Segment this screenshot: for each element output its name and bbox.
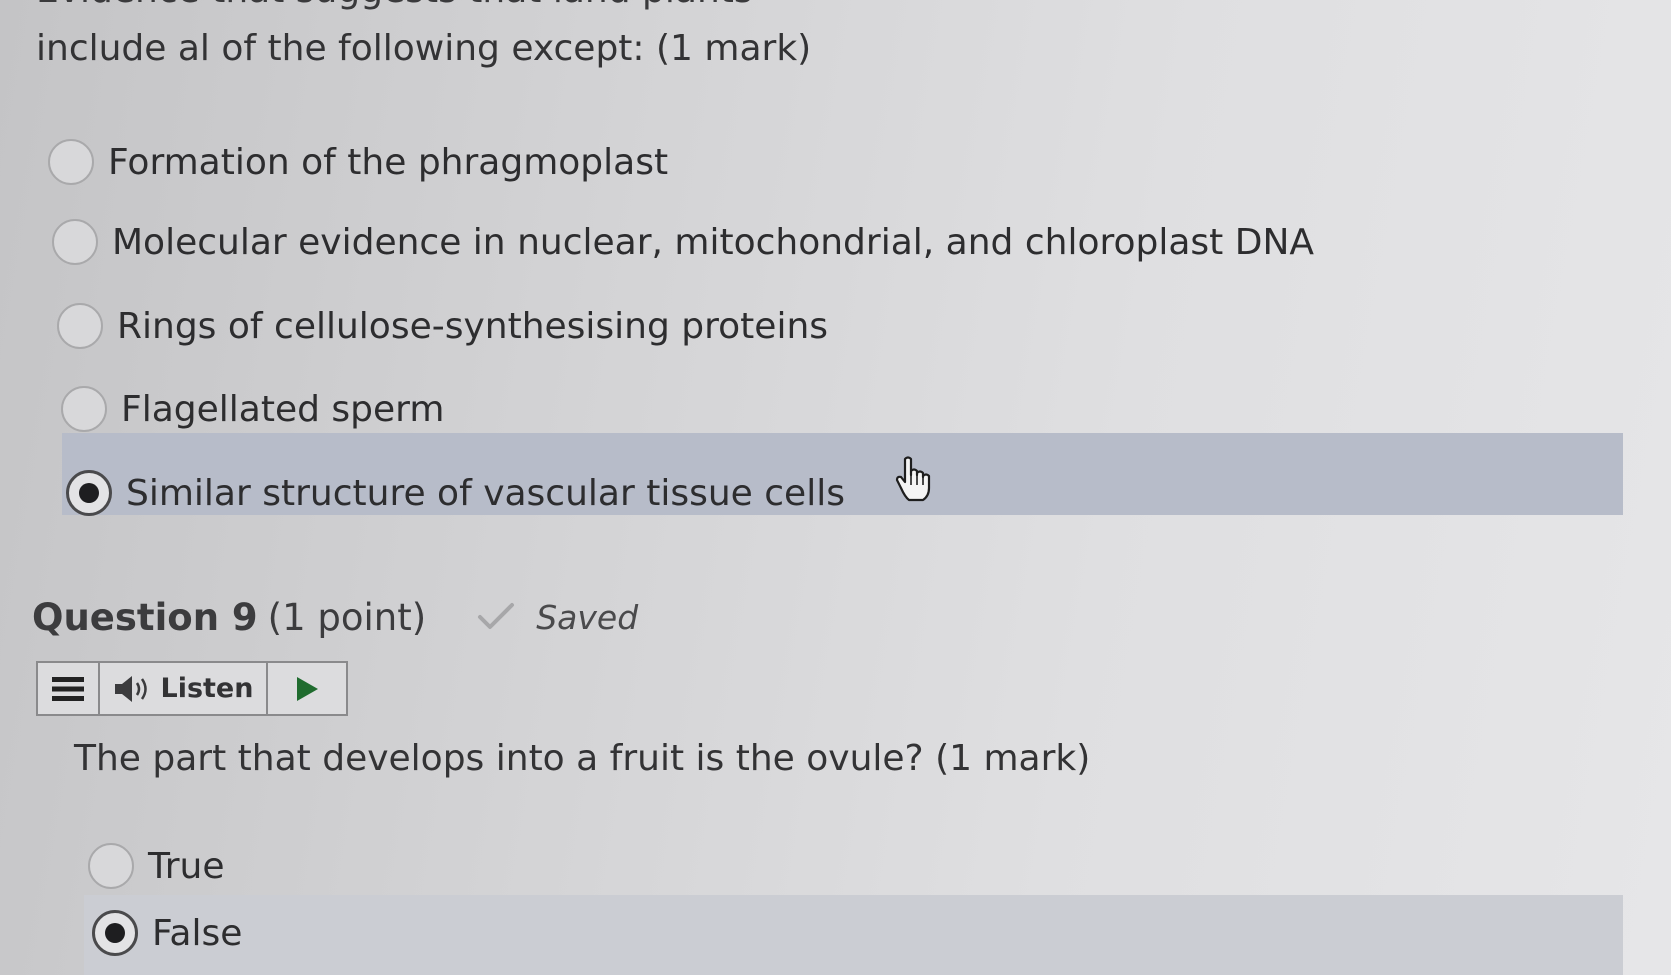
readspeaker-toolbar: Listen [36, 661, 348, 716]
listen-label: Listen [160, 673, 254, 704]
saved-status: Saved [536, 597, 639, 637]
radio-button[interactable] [57, 303, 103, 349]
option-label: Similar structure of vascular tissue cel… [126, 472, 845, 514]
menu-button[interactable] [38, 663, 100, 714]
radio-button[interactable] [61, 386, 107, 432]
option-label: False [152, 912, 243, 954]
option-label: Flagellated sperm [121, 388, 445, 430]
option-label: Rings of cellulose-synthesising proteins [117, 305, 829, 347]
checkmark-icon [478, 603, 515, 629]
question-title: Question 9 [32, 595, 258, 639]
play-button[interactable] [268, 663, 346, 714]
question-8-prompt-partial: Evidence that suggests that land plants [36, 0, 753, 11]
listen-button[interactable]: Listen [100, 663, 268, 714]
speaker-icon [114, 675, 147, 702]
option-label: True [148, 845, 225, 887]
selected-option-highlight [84, 895, 1623, 975]
radio-button[interactable] [52, 219, 98, 265]
option-label: Formation of the phragmoplast [108, 141, 669, 183]
question-8-prompt: include al of the following except: (1 m… [36, 28, 812, 69]
radio-button-selected[interactable] [92, 910, 138, 956]
play-icon [297, 676, 318, 701]
q8-option-1[interactable]: Formation of the phragmoplast [48, 124, 668, 200]
q8-option-2[interactable]: Molecular evidence in nuclear, mitochond… [52, 204, 1314, 280]
question-points: (1 point) [267, 595, 427, 639]
radio-button-selected[interactable] [66, 470, 112, 516]
option-label: Molecular evidence in nuclear, mitochond… [112, 221, 1315, 263]
question-9-prompt: The part that develops into a fruit is t… [74, 738, 1091, 779]
q9-option-false[interactable]: False [92, 895, 242, 971]
q8-option-3[interactable]: Rings of cellulose-synthesising proteins [57, 288, 828, 364]
q8-option-5[interactable]: Similar structure of vascular tissue cel… [66, 455, 845, 531]
radio-button[interactable] [48, 139, 94, 185]
hand-cursor-icon [895, 456, 931, 502]
q9-option-true[interactable]: True [88, 828, 224, 904]
menu-icon [52, 676, 84, 701]
radio-button[interactable] [88, 843, 134, 889]
question-9-header: Question 9 (1 point) Saved [32, 592, 638, 642]
